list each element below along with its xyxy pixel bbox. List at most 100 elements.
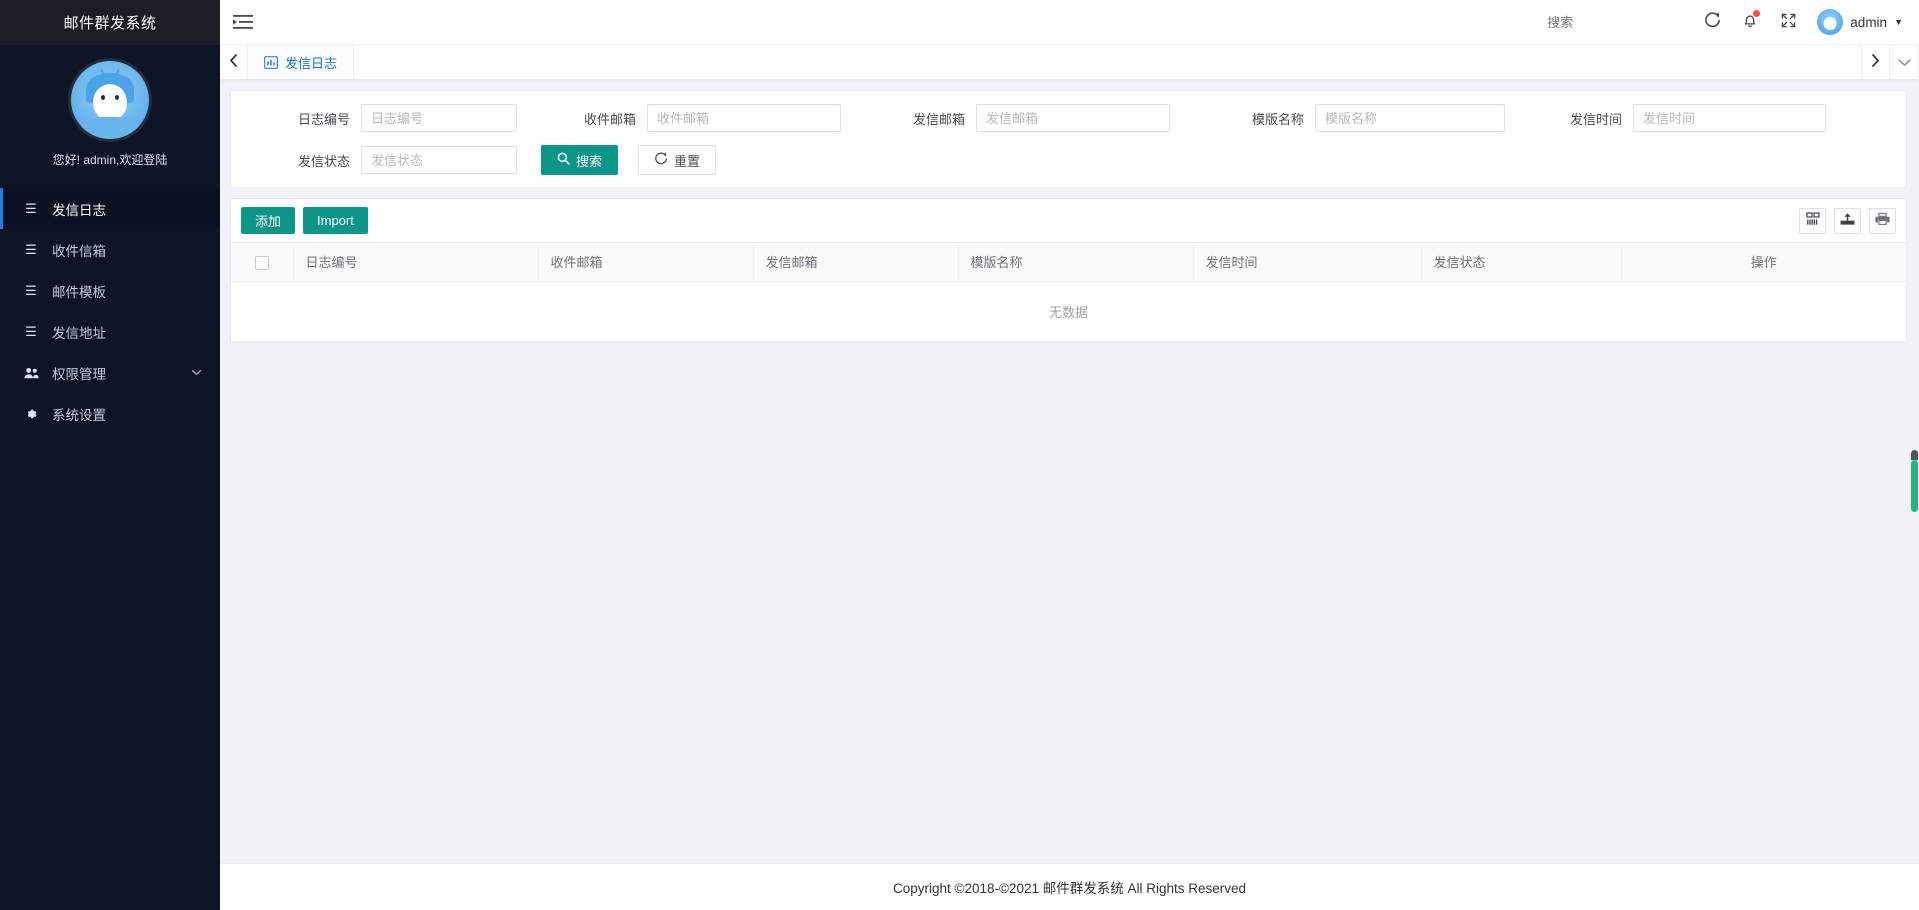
refresh-button[interactable] (1693, 0, 1731, 45)
field-send-status: 发信状态 (243, 146, 517, 174)
list-icon: ☰ (22, 283, 40, 299)
sidebar-item-mail-template[interactable]: ☰ 邮件模板 (0, 270, 220, 311)
sidebar-item-label: 系统设置 (52, 404, 220, 424)
chevron-down-icon (1898, 55, 1911, 70)
table-empty-row: 无数据 (231, 281, 1906, 341)
import-button-label: Import (317, 213, 354, 228)
tab-dropdown-button[interactable] (1889, 45, 1919, 79)
sidebar-item-label: 邮件模板 (52, 281, 220, 301)
table-body: 无数据 (231, 281, 1906, 341)
tab-list: 发信日志 (248, 45, 1861, 79)
sidebar-item-label: 发信地址 (52, 322, 220, 342)
field-label: 收件邮箱 (517, 109, 647, 128)
sidebar-item-label: 发信日志 (52, 199, 220, 219)
add-button[interactable]: 添加 (241, 207, 295, 234)
user-name: admin (1850, 15, 1887, 30)
sender-email-input[interactable] (976, 104, 1170, 132)
column-header-send-time[interactable]: 发信时间 (1193, 243, 1421, 281)
search-row-1: 日志编号 收件邮箱 发信邮箱 模版名称 (243, 104, 1894, 132)
columns-icon (1806, 212, 1820, 229)
column-header-recipient-email[interactable]: 收件邮箱 (538, 243, 753, 281)
export-button[interactable] (1834, 208, 1861, 234)
footer: Copyright ©2018-©2021 邮件群发系统 All Rights … (220, 863, 1919, 910)
field-log-id: 日志编号 (243, 104, 517, 132)
field-sender-email: 发信邮箱 (841, 104, 1170, 132)
search-panel: 日志编号 收件邮箱 发信邮箱 模版名称 (230, 90, 1907, 188)
list-icon: ☰ (22, 324, 40, 340)
print-button[interactable] (1869, 208, 1896, 234)
content-scrollbar[interactable] (1910, 160, 1919, 678)
chevron-left-icon (229, 54, 238, 70)
columns-button[interactable] (1799, 208, 1826, 234)
field-label: 发信时间 (1505, 109, 1633, 128)
log-id-input[interactable] (361, 104, 517, 132)
user-menu[interactable]: admin ▼ (1817, 9, 1903, 35)
sidebar-nav: ☰ 发信日志 ☰ 收件信箱 ☰ 邮件模板 ☰ 发信地址 (0, 188, 220, 434)
users-icon (22, 367, 40, 379)
column-header-actions[interactable]: 操作 (1621, 243, 1906, 281)
export-icon (1840, 212, 1855, 229)
avatar (71, 61, 149, 139)
content-area: 日志编号 收件邮箱 发信邮箱 模版名称 (220, 80, 1919, 863)
select-all-checkbox[interactable] (255, 256, 269, 270)
fullscreen-icon (1781, 13, 1796, 31)
search-button[interactable]: 搜索 (541, 145, 618, 175)
scrollbar-thumb[interactable] (1911, 460, 1918, 512)
select-all-cell (231, 243, 293, 281)
template-name-input[interactable] (1315, 104, 1505, 132)
table-panel: 添加 Import (230, 198, 1907, 343)
welcome-text: 您好! admin,欢迎登陆 (0, 151, 220, 182)
brand-title: 邮件群发系统 (0, 0, 220, 45)
chevron-down-icon (191, 367, 202, 379)
refresh-icon (654, 152, 668, 169)
list-icon: ☰ (22, 201, 40, 217)
send-time-input[interactable] (1633, 104, 1826, 132)
fullscreen-button[interactable] (1769, 0, 1807, 45)
field-label: 日志编号 (243, 109, 361, 128)
sidebar-item-sender-address[interactable]: ☰ 发信地址 (0, 311, 220, 352)
field-template-name: 模版名称 (1170, 104, 1505, 132)
sidebar-profile: 您好! admin,欢迎登陆 (0, 45, 220, 188)
tab-next-button[interactable] (1861, 45, 1889, 79)
avatar (1817, 9, 1843, 35)
column-header-template-name[interactable]: 模版名称 (958, 243, 1193, 281)
list-icon: ☰ (22, 242, 40, 258)
table-toolbar: 添加 Import (231, 199, 1906, 243)
gear-icon (22, 407, 40, 421)
toolbar-actions: 添加 Import (241, 207, 368, 234)
sidebar-item-permissions[interactable]: 权限管理 (0, 352, 220, 393)
reset-button[interactable]: 重置 (638, 145, 716, 175)
empty-text: 无数据 (231, 281, 1906, 341)
sidebar-item-send-log[interactable]: ☰ 发信日志 (0, 188, 220, 229)
hamburger-icon[interactable] (220, 0, 266, 45)
chevron-right-icon (1871, 54, 1880, 70)
column-header-sender-email[interactable]: 发信邮箱 (753, 243, 958, 281)
search-input[interactable] (1423, 15, 1573, 30)
field-label: 发信邮箱 (841, 109, 976, 128)
recipient-email-input[interactable] (647, 104, 841, 132)
topbar: admin ▼ (220, 0, 1919, 45)
field-label: 发信状态 (243, 151, 361, 170)
copyright-text: Copyright ©2018-©2021 邮件群发系统 All Rights … (893, 877, 1246, 897)
print-icon (1875, 212, 1890, 229)
tab-send-log[interactable]: 发信日志 (248, 45, 354, 79)
sidebar-item-label: 收件信箱 (52, 240, 220, 260)
send-status-input[interactable] (361, 146, 517, 174)
add-button-label: 添加 (255, 211, 281, 230)
data-table: 日志编号 收件邮箱 发信邮箱 模版名称 发信时间 发信状态 操作 无数据 (231, 243, 1906, 342)
toolbar-tools (1799, 208, 1896, 234)
column-header-log-id[interactable]: 日志编号 (293, 243, 538, 281)
tab-label: 发信日志 (285, 53, 337, 72)
sidebar-item-inbox[interactable]: ☰ 收件信箱 (0, 229, 220, 270)
caret-down-icon: ▼ (1894, 17, 1903, 27)
app-root: 邮件群发系统 您好! admin,欢迎登陆 ☰ 发信日志 ☰ 收件信箱 ☰ (0, 0, 1919, 910)
notification-button[interactable] (1731, 0, 1769, 45)
field-send-time: 发信时间 (1505, 104, 1826, 132)
tab-prev-button[interactable] (220, 45, 248, 79)
main-area: admin ▼ (220, 0, 1919, 910)
reset-button-label: 重置 (674, 151, 700, 170)
sidebar-item-system-settings[interactable]: 系统设置 (0, 393, 220, 434)
column-header-send-status[interactable]: 发信状态 (1421, 243, 1621, 281)
search-row-2: 发信状态 搜索 (243, 145, 1894, 175)
import-button[interactable]: Import (303, 207, 368, 234)
